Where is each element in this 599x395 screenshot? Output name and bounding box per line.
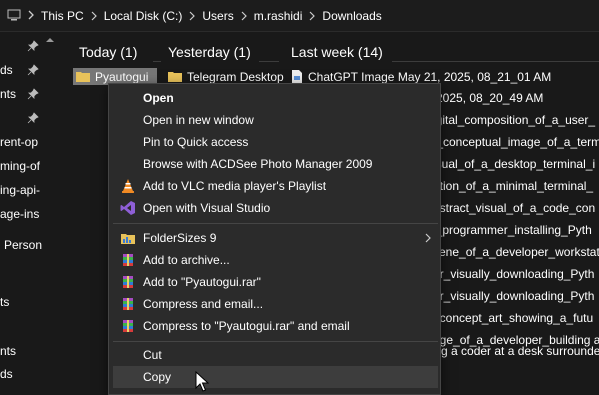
menu-item-add-to-archive[interactable]: Add to archive... [113, 249, 438, 271]
file-item[interactable]: er_visually_downloading_Pyth [433, 288, 599, 305]
address-bar[interactable]: This PC Local Disk (C:) Users m.rashidi … [0, 0, 599, 32]
menu-item-vlc-playlist[interactable]: Add to VLC media player's Playlist [113, 175, 438, 197]
file-item[interactable]: l_programmer_installing_Pyth [433, 222, 599, 239]
divider [392, 61, 599, 62]
chevron-right-icon[interactable] [238, 10, 250, 22]
file-item[interactable]: bstract_visual_of_a_code_con [433, 200, 599, 217]
divider [153, 61, 161, 62]
menu-item-compress-rar-email[interactable]: Compress to "Pyautogui.rar" and email [113, 315, 438, 337]
breadcrumb-user[interactable]: m.rashidi [250, 9, 307, 23]
nav-item[interactable]: rent-op [0, 133, 45, 151]
nav-item[interactable]: ing-api- [0, 181, 45, 199]
image-file-icon [292, 70, 302, 83]
foldersizes-icon [121, 234, 135, 244]
chevron-right-icon[interactable] [186, 10, 198, 22]
mouse-cursor-icon [195, 371, 209, 392]
winrar-icon [123, 298, 133, 310]
nav-item[interactable]: nts [0, 342, 45, 360]
menu-item-cut[interactable]: Cut [113, 344, 438, 366]
breadcrumb-users[interactable]: Users [198, 9, 237, 23]
nav-item[interactable]: ts [0, 293, 45, 311]
folder-icon [168, 72, 182, 82]
menu-item-foldersizes[interactable]: FolderSizes 9 [113, 227, 438, 249]
breadcrumb-downloads[interactable]: Downloads [318, 9, 385, 23]
nav-item[interactable]: ds [0, 365, 45, 383]
group-header-last-week[interactable]: Last week (14) [291, 44, 383, 60]
file-item[interactable]: t_conceptual_image_of_a_term [433, 134, 599, 151]
menu-separator [113, 341, 438, 342]
chevron-right-icon [425, 233, 431, 243]
winrar-icon [123, 254, 133, 266]
menu-item-browse-acdsee[interactable]: Browse with ACDSee Photo Manager 2009 [113, 153, 438, 175]
chevron-right-icon[interactable] [306, 10, 318, 22]
nav-item[interactable]: Person [0, 236, 45, 254]
breadcrumb: This PC Local Disk (C:) Users m.rashidi … [37, 0, 386, 32]
file-item[interactable]: 2025, 08_20_49 AM [436, 90, 599, 107]
menu-item-compress-email[interactable]: Compress and email... [113, 293, 438, 315]
scroll-up-icon[interactable] [46, 36, 54, 44]
chevron-right-icon[interactable] [26, 8, 36, 22]
file-item[interactable]: igital_composition_of_a_user_ [433, 112, 599, 129]
file-item[interactable]: cene_of_a_developer_workstat [433, 244, 599, 261]
pin-icon[interactable] [27, 112, 39, 124]
breadcrumb-this-pc[interactable]: This PC [37, 9, 88, 23]
file-item[interactable]: er_visually_downloading_Pyth [433, 266, 599, 283]
context-menu: Open Open in new window Pin to Quick acc… [108, 83, 441, 395]
nav-item[interactable]: ming-of [0, 157, 45, 175]
file-item[interactable]: _concept_art_showing_a_futu [433, 310, 599, 327]
menu-separator [113, 223, 438, 224]
visual-studio-icon [120, 201, 135, 215]
menu-item-add-to-rar[interactable]: Add to "Pyautogui.rar" [113, 271, 438, 293]
pin-icon[interactable] [27, 64, 39, 76]
file-item[interactable]: isual_of_a_desktop_terminal_i [433, 156, 599, 173]
chevron-right-icon[interactable] [88, 10, 100, 22]
menu-item-open-new-window[interactable]: Open in new window [113, 109, 438, 131]
divider [259, 61, 279, 62]
menu-item-pin-quick-access[interactable]: Pin to Quick access [113, 131, 438, 153]
menu-item-open-visual-studio[interactable]: Open with Visual Studio [113, 197, 438, 219]
menu-item-copy[interactable]: Copy [113, 366, 438, 388]
file-item[interactable]: ation_of_a_minimal_terminal_ [433, 178, 599, 195]
pin-icon[interactable] [27, 88, 39, 100]
menu-item-open[interactable]: Open [113, 87, 438, 109]
nav-item[interactable]: age-ins [0, 205, 45, 223]
breadcrumb-local-disk[interactable]: Local Disk (C:) [100, 9, 187, 23]
monitor-icon [7, 9, 21, 21]
group-header-yesterday[interactable]: Yesterday (1) [168, 44, 251, 60]
winrar-icon [123, 276, 133, 288]
file-item[interactable]: g a coder at a desk surrounde [441, 343, 599, 360]
winrar-icon [123, 320, 133, 332]
navigation-pane: ds nts rent-op ming-of ing-api- age-ins … [0, 33, 45, 395]
group-header-today[interactable]: Today (1) [79, 44, 137, 60]
vlc-icon [122, 179, 134, 193]
folder-icon [76, 72, 90, 82]
pin-icon[interactable] [27, 40, 39, 52]
